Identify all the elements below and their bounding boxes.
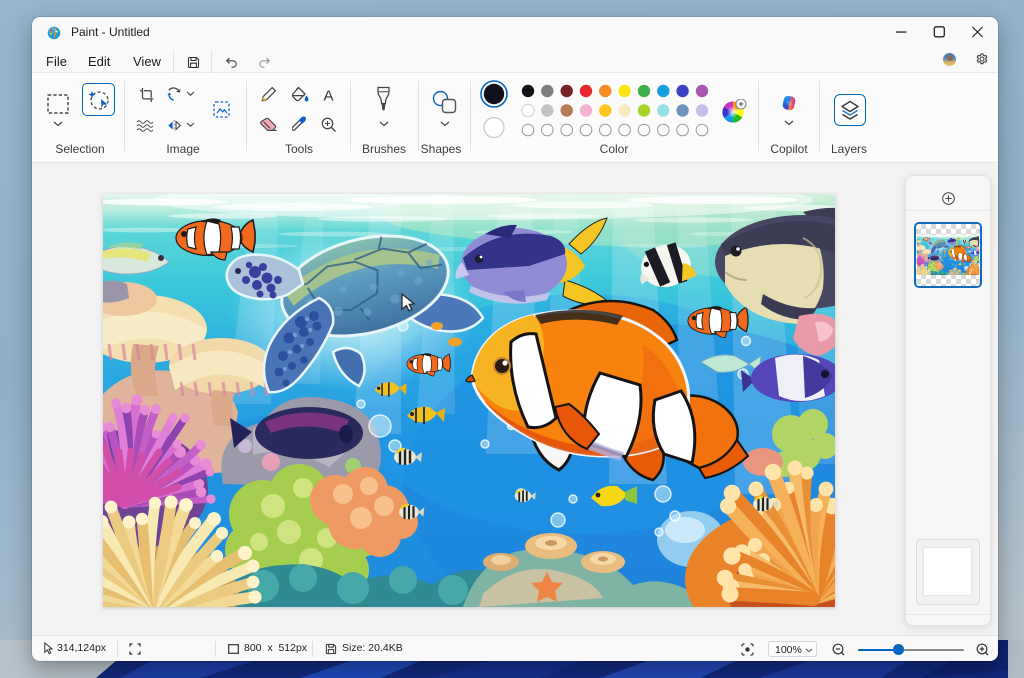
svg-text:A: A	[323, 88, 333, 104]
